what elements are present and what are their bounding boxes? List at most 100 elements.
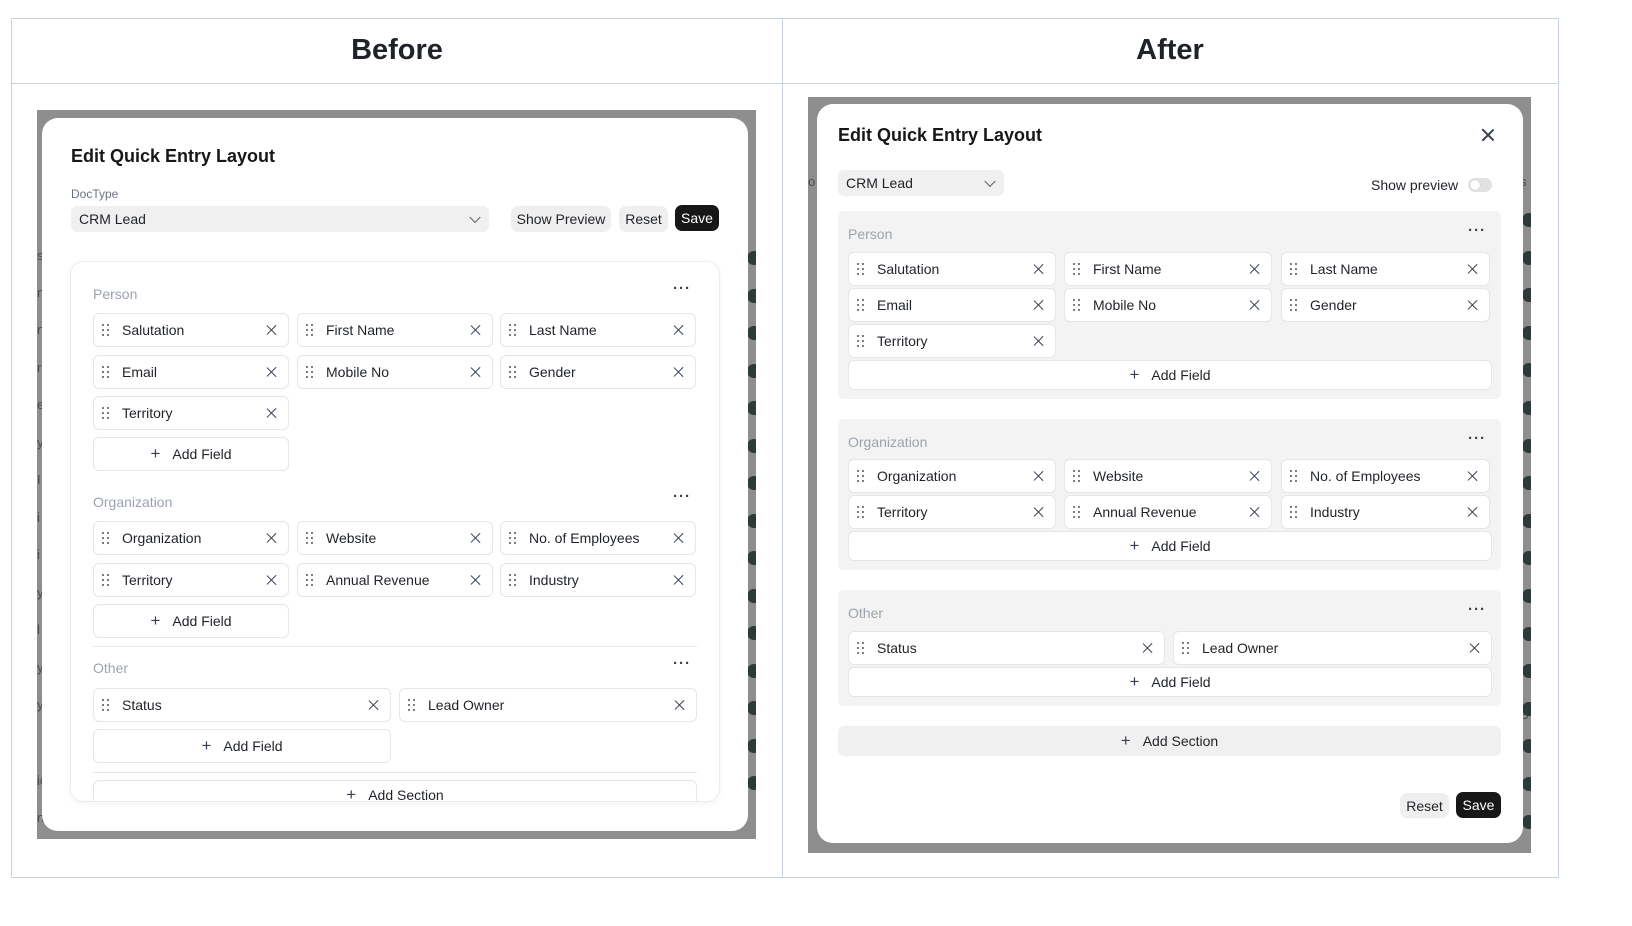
drag-handle-icon[interactable] [1290,299,1298,312]
drag-handle-icon[interactable] [509,366,517,379]
add-field-button[interactable]: + Add Field [93,437,289,471]
remove-field-icon[interactable] [1467,471,1478,482]
drag-handle-icon[interactable] [102,699,110,712]
remove-field-icon[interactable] [470,533,481,544]
drag-handle-icon[interactable] [102,574,110,587]
drag-handle-icon[interactable] [857,506,865,519]
field-chip[interactable]: Annual Revenue [297,563,493,597]
remove-field-icon[interactable] [266,408,277,419]
field-chip[interactable]: Lead Owner [1173,631,1492,665]
drag-handle-icon[interactable] [102,324,110,337]
remove-field-icon[interactable] [673,325,684,336]
remove-field-icon[interactable] [1142,643,1153,654]
remove-field-icon[interactable] [1033,336,1044,347]
remove-field-icon[interactable] [470,575,481,586]
field-chip[interactable]: Mobile No [1064,288,1272,322]
drag-handle-icon[interactable] [306,324,314,337]
field-chip[interactable]: Email [848,288,1056,322]
field-chip[interactable]: Industry [500,563,696,597]
drag-handle-icon[interactable] [102,366,110,379]
add-field-button[interactable]: + Add Field [848,531,1492,561]
field-chip[interactable]: First Name [297,313,493,347]
remove-field-icon[interactable] [1249,300,1260,311]
show-preview-button[interactable]: Show Preview [511,206,611,232]
remove-field-icon[interactable] [470,367,481,378]
remove-field-icon[interactable] [266,367,277,378]
field-chip[interactable]: Last Name [1281,252,1490,286]
drag-handle-icon[interactable] [509,324,517,337]
add-section-button[interactable]: + Add Section [838,726,1501,756]
drag-handle-icon[interactable] [1073,299,1081,312]
drag-handle-icon[interactable] [509,532,517,545]
remove-field-icon[interactable] [1467,507,1478,518]
field-chip[interactable]: Gender [500,355,696,389]
more-options-icon[interactable]: ··· [1466,223,1488,238]
drag-handle-icon[interactable] [102,407,110,420]
show-preview-toggle[interactable] [1468,178,1492,192]
drag-handle-icon[interactable] [509,574,517,587]
field-chip[interactable]: Territory [93,396,289,430]
field-chip[interactable]: Lead Owner [399,688,697,722]
more-options-icon[interactable]: ··· [1466,431,1488,446]
remove-field-icon[interactable] [266,533,277,544]
drag-handle-icon[interactable] [1290,470,1298,483]
drag-handle-icon[interactable] [857,642,865,655]
add-field-button[interactable]: + Add Field [848,667,1492,697]
remove-field-icon[interactable] [1467,264,1478,275]
drag-handle-icon[interactable] [306,366,314,379]
before-save-button[interactable]: Save [675,205,719,231]
remove-field-icon[interactable] [1249,471,1260,482]
remove-field-icon[interactable] [673,533,684,544]
more-options-icon[interactable]: ··· [671,656,693,671]
add-field-button[interactable]: + Add Field [93,729,391,763]
remove-field-icon[interactable] [266,575,277,586]
field-chip[interactable]: Organization [848,459,1056,493]
add-section-button[interactable]: + Add Section [93,780,697,801]
after-reset-button[interactable]: Reset [1400,793,1449,818]
field-chip[interactable]: Territory [93,563,289,597]
field-chip[interactable]: Salutation [93,313,289,347]
before-reset-button[interactable]: Reset [619,206,668,232]
remove-field-icon[interactable] [1249,264,1260,275]
remove-field-icon[interactable] [1033,471,1044,482]
drag-handle-icon[interactable] [408,699,416,712]
field-chip[interactable]: Territory [848,495,1056,529]
drag-handle-icon[interactable] [857,263,865,276]
field-chip[interactable]: Status [848,631,1165,665]
remove-field-icon[interactable] [1033,300,1044,311]
field-chip[interactable]: Territory [848,324,1056,358]
drag-handle-icon[interactable] [857,470,865,483]
more-options-icon[interactable]: ··· [1466,602,1488,617]
add-field-button[interactable]: + Add Field [93,604,289,638]
remove-field-icon[interactable] [673,575,684,586]
field-chip[interactable]: First Name [1064,252,1272,286]
after-save-button[interactable]: Save [1456,792,1501,818]
before-doctype-select[interactable]: CRM Lead [71,206,489,232]
remove-field-icon[interactable] [1469,643,1480,654]
add-field-button[interactable]: + Add Field [848,360,1492,390]
field-chip[interactable]: No. of Employees [500,521,696,555]
field-chip[interactable]: Website [297,521,493,555]
after-doctype-select[interactable]: CRM Lead [838,170,1004,196]
drag-handle-icon[interactable] [1182,642,1190,655]
remove-field-icon[interactable] [1249,507,1260,518]
drag-handle-icon[interactable] [102,532,110,545]
field-chip[interactable]: Email [93,355,289,389]
field-chip[interactable]: Salutation [848,252,1056,286]
drag-handle-icon[interactable] [1073,470,1081,483]
remove-field-icon[interactable] [674,700,685,711]
field-chip[interactable]: Mobile No [297,355,493,389]
drag-handle-icon[interactable] [1290,263,1298,276]
remove-field-icon[interactable] [673,367,684,378]
field-chip[interactable]: Last Name [500,313,696,347]
remove-field-icon[interactable] [470,325,481,336]
remove-field-icon[interactable] [1033,264,1044,275]
drag-handle-icon[interactable] [857,335,865,348]
field-chip[interactable]: Industry [1281,495,1490,529]
remove-field-icon[interactable] [266,325,277,336]
remove-field-icon[interactable] [368,700,379,711]
field-chip[interactable]: Status [93,688,391,722]
more-options-icon[interactable]: ··· [671,489,693,504]
drag-handle-icon[interactable] [1073,263,1081,276]
field-chip[interactable]: Website [1064,459,1272,493]
